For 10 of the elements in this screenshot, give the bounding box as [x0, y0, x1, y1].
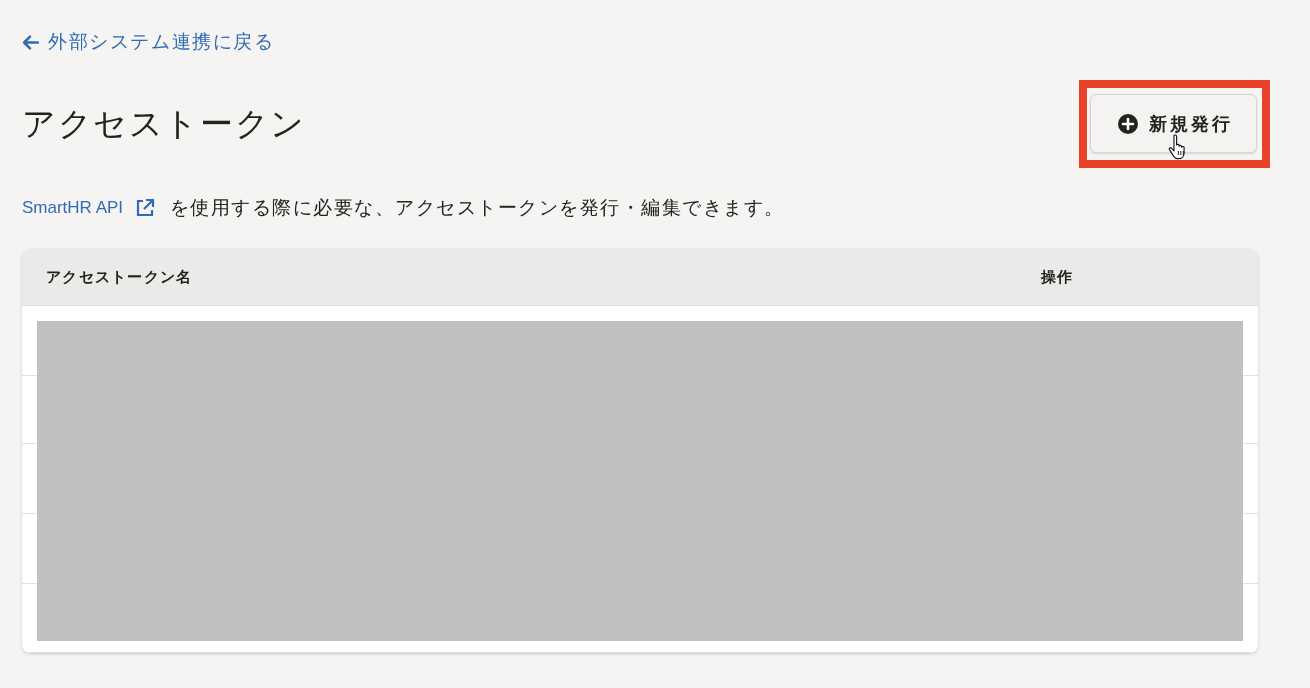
arrow-left-icon [22, 34, 39, 50]
new-issue-button[interactable]: 新規発行 [1090, 94, 1257, 153]
column-header: アクセストークン名 [45, 267, 194, 287]
external-link-icon [135, 198, 156, 218]
plus-circle-icon [1118, 113, 1138, 134]
column-header: 操作 [1041, 267, 1074, 287]
back-link[interactable]: 外部システム連携に戻る [22, 30, 275, 54]
page-title: アクセストークン [22, 103, 306, 144]
description-text: SmartHR API を使用する際に必要な、アクセストークンを発行・編集できます。 [22, 196, 786, 220]
api-link[interactable]: SmartHR API [22, 196, 156, 220]
